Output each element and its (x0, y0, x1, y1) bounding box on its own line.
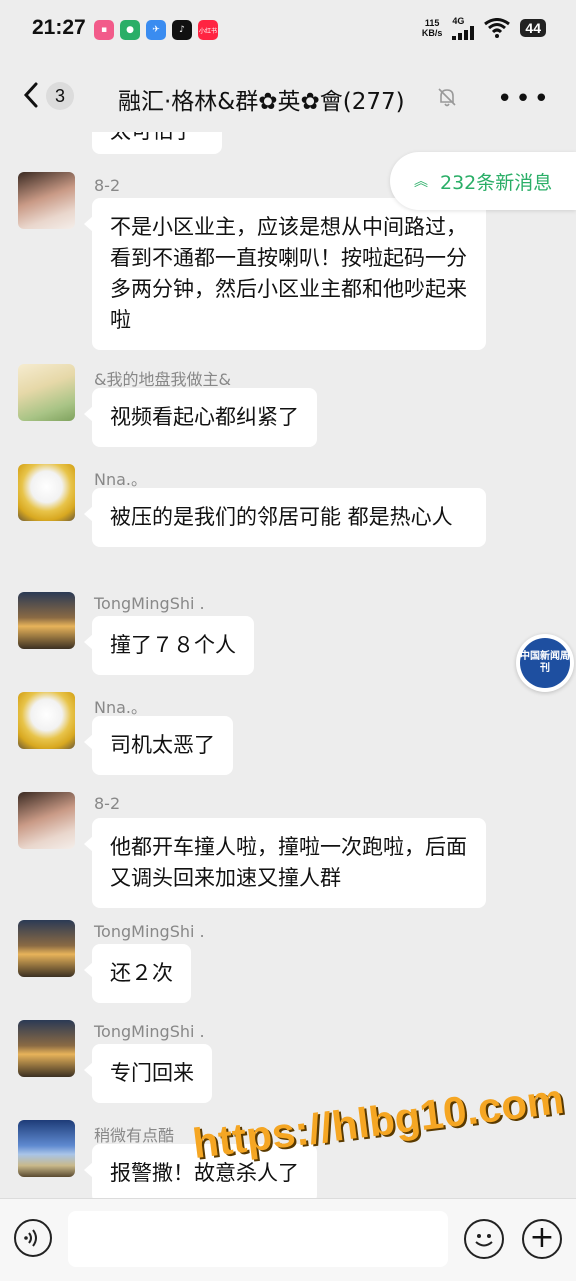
group-title[interactable]: 融汇·格林&群✿英✿會(277) (118, 82, 405, 116)
network-speed-value: 115 (424, 18, 440, 28)
sender-name: 稍微有点酷 (94, 1126, 175, 1145)
chat-header: 3 融汇·格林&群✿英✿會(277) ••• (0, 62, 576, 132)
avatar[interactable] (18, 792, 75, 849)
news-weekly-logo-text: 中国新闻周刊 (520, 638, 570, 688)
avatar[interactable] (18, 920, 75, 977)
message-text: 被压的是我们的邻居可能 都是热心人 (110, 505, 453, 529)
sender-name: TongMingShi . (94, 1022, 205, 1041)
more-options-icon[interactable]: ••• (497, 84, 552, 114)
avatar[interactable] (18, 692, 75, 749)
message-text: 不是小区业主，应该是想从中间路过，看到不通都一直按喇叭！按啦起码一分多两分钟，然… (110, 215, 467, 332)
partial-message-text: 太可怕了 (110, 132, 194, 143)
message-bubble[interactable]: 他都开车撞人啦，撞啦一次跑啦，后面又调头回来加速又撞人群 (84, 818, 486, 908)
avatar[interactable] (18, 364, 75, 421)
avatar[interactable] (18, 172, 75, 229)
xiaohongshu-app-icon: ▪ (94, 20, 114, 40)
emoji-icon[interactable] (464, 1219, 504, 1259)
sender-name: &我的地盘我做主& (94, 370, 231, 389)
message-text: 专门回来 (110, 1061, 194, 1085)
message-text: 撞了７８个人 (110, 633, 236, 657)
status-bar: 21:27 ▪ ● ✈ ♪ 小红书 115 KB/s 4G 44 (0, 0, 576, 60)
signal-icon: 4G (452, 16, 475, 40)
double-chevron-up-icon: ︽ (414, 174, 428, 190)
tiktok-app-icon: ♪ (172, 20, 192, 40)
news-weekly-logo[interactable]: 中国新闻周刊 (516, 634, 574, 692)
voice-input-icon[interactable] (14, 1219, 52, 1257)
message-input[interactable] (68, 1211, 448, 1267)
battery-indicator: 44 (520, 19, 546, 37)
back-arrow-icon[interactable] (18, 80, 48, 110)
new-messages-button[interactable]: ︽ 232条新消息 (390, 152, 576, 210)
mute-bell-icon (438, 88, 456, 107)
message-text: 还２次 (110, 961, 173, 985)
chat-message-list[interactable]: 太可怕了 8-2 不是小区业主，应该是想从中间路过，看到不通都一直按喇叭！按啦起… (0, 132, 576, 1198)
message-bubble[interactable]: 撞了７８个人 (84, 616, 254, 675)
avatar[interactable] (18, 1120, 75, 1177)
message-text: 他都开车撞人啦，撞啦一次跑啦，后面又调头回来加速又撞人群 (110, 835, 467, 890)
avatar[interactable] (18, 1020, 75, 1077)
sender-name: 8-2 (94, 794, 121, 813)
avatar[interactable] (18, 464, 75, 521)
xiaohongshu-red-app-icon: 小红书 (198, 20, 218, 40)
message-text: 司机太恶了 (110, 733, 215, 757)
status-time: 21:27 (32, 16, 86, 39)
message-bubble[interactable]: 专门回来 (84, 1044, 212, 1103)
unread-count-badge[interactable]: 3 (46, 82, 74, 110)
network-speed-unit: KB/s (421, 28, 443, 38)
message-bubble-partial[interactable]: 太可怕了 (92, 132, 222, 154)
message-bubble[interactable]: 司机太恶了 (84, 716, 233, 775)
avatar[interactable] (18, 592, 75, 649)
chat-input-bar: + (0, 1198, 576, 1281)
message-bubble[interactable]: 还２次 (84, 944, 191, 1003)
network-type: 4G (452, 16, 465, 26)
message-bubble[interactable]: 被压的是我们的邻居可能 都是热心人 (84, 488, 486, 547)
notification-app-icons: ▪ ● ✈ ♪ 小红书 (94, 20, 218, 40)
network-speed: 115 KB/s (422, 18, 443, 38)
wifi-icon (484, 18, 511, 38)
sender-name: TongMingShi . (94, 922, 205, 941)
sender-name: TongMingShi . (94, 594, 205, 613)
sender-name: 8-2 (94, 176, 121, 195)
message-bubble[interactable]: 不是小区业主，应该是想从中间路过，看到不通都一直按喇叭！按啦起码一分多两分钟，然… (84, 198, 486, 350)
feishu-app-icon: ✈ (146, 20, 166, 40)
sender-name: Nna.。 (94, 698, 148, 717)
message-bubble[interactable]: 视频看起心都纠紧了 (84, 388, 317, 447)
sender-name: Nna.。 (94, 470, 148, 489)
message-text: 视频看起心都纠紧了 (110, 405, 299, 429)
status-right: 115 KB/s 4G 44 (422, 16, 546, 40)
new-messages-label: 232条新消息 (440, 171, 553, 194)
add-attachment-icon[interactable]: + (522, 1219, 562, 1259)
wechat-app-icon: ● (120, 20, 140, 40)
